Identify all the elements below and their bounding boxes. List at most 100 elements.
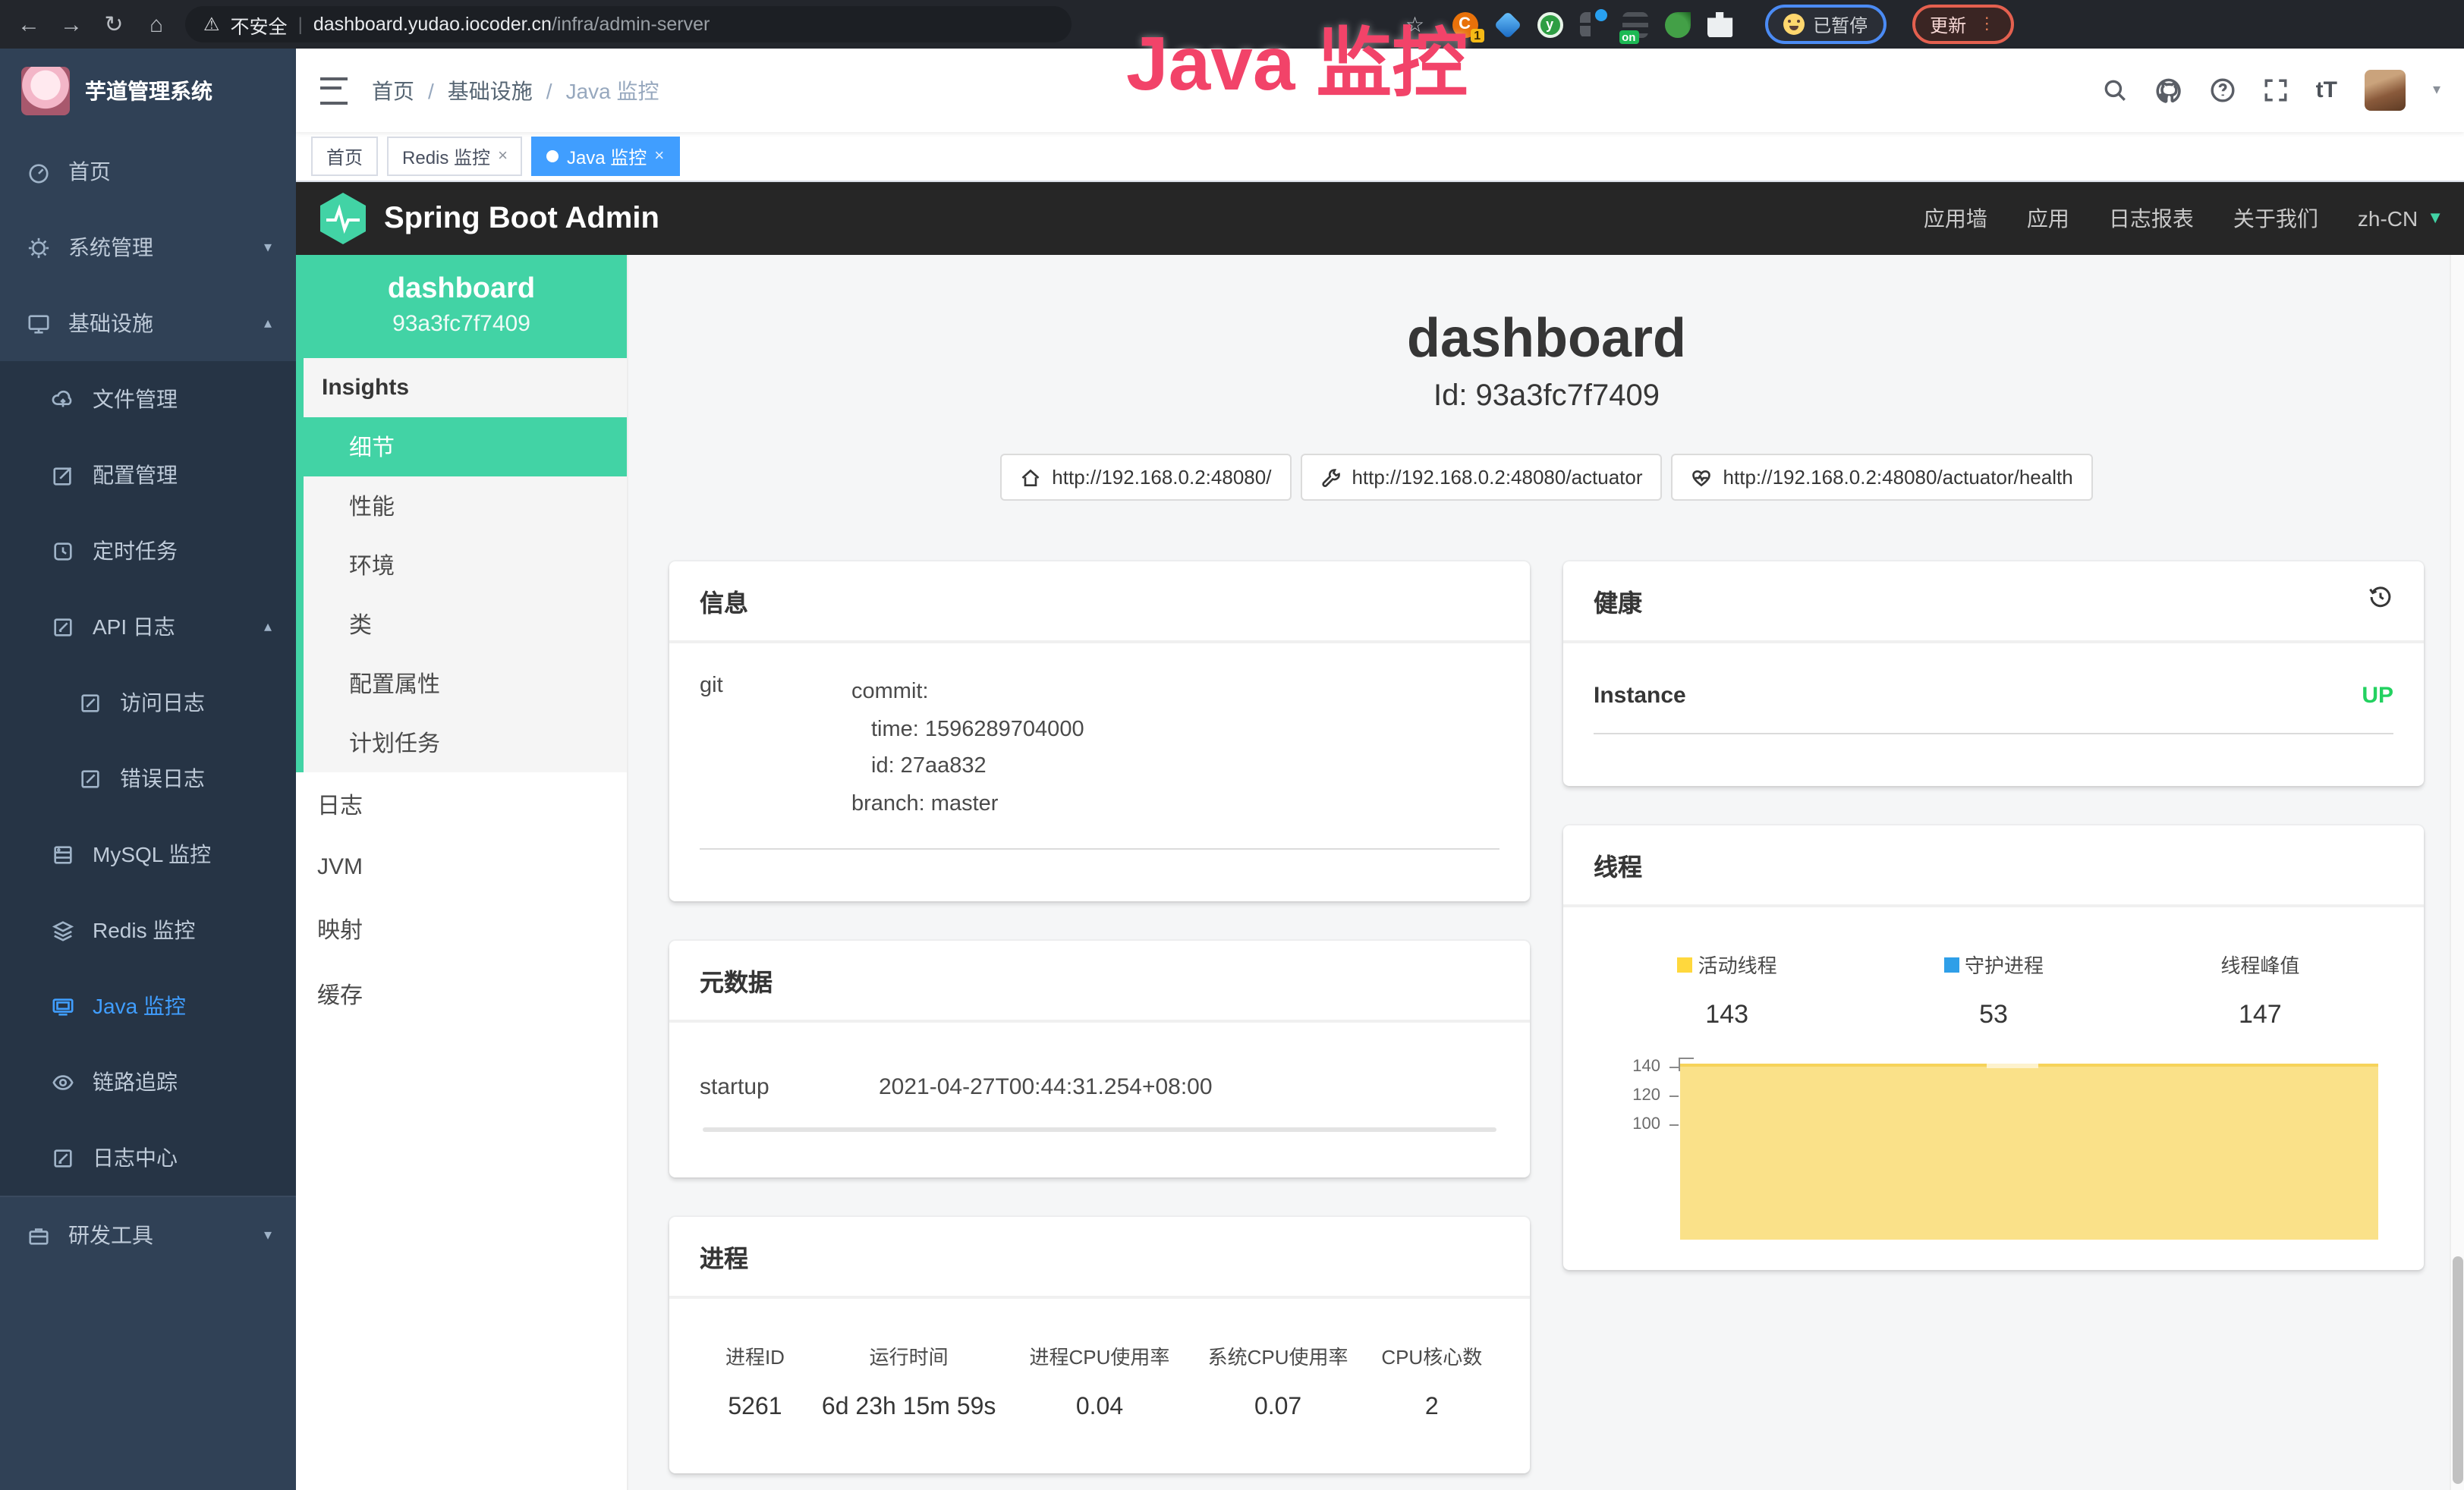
sba-logo-icon xyxy=(317,191,369,246)
help-icon[interactable] xyxy=(2210,77,2236,103)
log-icon xyxy=(52,615,74,638)
sba-nav-wall[interactable]: 应用墙 xyxy=(1924,203,1987,234)
tab-home[interactable]: 首页 xyxy=(311,137,378,176)
tab-java-monitor[interactable]: Java 监控× xyxy=(532,137,679,176)
nav-scheduled-tasks[interactable]: 计划任务 xyxy=(304,713,627,772)
col-uptime: 运行时间 xyxy=(810,1341,1007,1369)
sidebar-item-redis-monitor[interactable]: Redis 监控 xyxy=(0,892,296,968)
address-bar[interactable]: ⚠ 不安全 | dashboard.yudao.iocoder.cn/infra… xyxy=(185,6,1072,42)
sidebar-item-access-log[interactable]: 访问日志 xyxy=(0,665,296,740)
sidebar-item-scheduled-jobs[interactable]: 定时任务 xyxy=(0,513,296,589)
sidebar-item-devtools[interactable]: 研发工具 ▾ xyxy=(0,1196,296,1273)
github-icon[interactable] xyxy=(2155,77,2182,104)
insights-section: Insights 细节 性能 环境 类 配置属性 计划任务 xyxy=(296,358,627,772)
extension-v-icon[interactable]: y xyxy=(1537,11,1562,37)
daemon-threads-value: 53 xyxy=(1979,1000,2008,1030)
paused-badge[interactable]: 已暂停 xyxy=(1764,5,1886,44)
chart-plot-area xyxy=(1680,1058,2378,1240)
chevron-up-icon: ▴ xyxy=(264,618,272,635)
val-cpu-cores: 2 xyxy=(1364,1394,1499,1421)
sba-nav-about[interactable]: 关于我们 xyxy=(2233,203,2318,234)
sba-header: Spring Boot Admin 应用墙 应用 日志报表 关于我们 zh-CN… xyxy=(296,182,2464,255)
sidebar-item-api-log[interactable]: API 日志 ▴ xyxy=(0,589,296,665)
security-label: 不安全 xyxy=(231,10,288,39)
nav-logs[interactable]: 日志 xyxy=(296,772,627,838)
home-icon[interactable]: ⌂ xyxy=(143,13,170,36)
instance-id-line: Id: 93a3fc7f7409 xyxy=(628,379,2464,414)
git-key: git xyxy=(700,674,851,823)
hamburger-icon[interactable] xyxy=(320,77,348,104)
tab-redis-monitor[interactable]: Redis 监控× xyxy=(387,137,523,176)
startup-key: startup xyxy=(700,1073,879,1099)
extension-grid-icon[interactable] xyxy=(1579,11,1605,37)
url-text[interactable]: dashboard.yudao.iocoder.cn/infra/admin-s… xyxy=(313,14,710,35)
scrollbar-thumb[interactable] xyxy=(2453,1256,2463,1484)
fullscreen-icon[interactable] xyxy=(2263,77,2289,103)
nav-caches[interactable]: 缓存 xyxy=(296,962,627,1027)
sidebar-item-tracing[interactable]: 链路追踪 xyxy=(0,1044,296,1120)
back-icon[interactable]: ← xyxy=(15,13,42,36)
user-avatar[interactable] xyxy=(2365,70,2406,111)
val-pid: 5261 xyxy=(700,1394,810,1421)
sidebar-item-java-monitor[interactable]: Java 监控 xyxy=(0,968,296,1044)
font-size-icon[interactable]: tT xyxy=(2316,77,2337,103)
sidebar-item-error-log[interactable]: 错误日志 xyxy=(0,740,296,816)
instance-header[interactable]: dashboard 93a3fc7f7409 xyxy=(296,255,627,358)
sidebar-item-mysql-monitor[interactable]: MySQL 监控 xyxy=(0,816,296,892)
search-icon[interactable] xyxy=(2102,77,2128,103)
extensions-puzzle-icon[interactable] xyxy=(1707,11,1732,37)
content-scrollbar[interactable] xyxy=(2450,255,2464,1490)
threads-legend: 活动线程143 守护进程53 线程峰值147 xyxy=(1594,938,2393,1030)
chevron-up-icon: ▴ xyxy=(264,315,272,332)
infra-submenu: 文件管理 配置管理 定时任务 API 日志 ▴ xyxy=(0,361,296,1196)
nav-classes[interactable]: 类 xyxy=(304,595,627,654)
nav-details[interactable]: 细节 xyxy=(296,417,627,476)
sba-brand[interactable]: Spring Boot Admin xyxy=(317,191,659,246)
sidebar-item-system[interactable]: 系统管理 ▾ xyxy=(0,209,296,285)
nav-mappings[interactable]: 映射 xyxy=(296,897,627,962)
nav-metrics[interactable]: 性能 xyxy=(304,476,627,536)
log-icon xyxy=(52,1146,74,1169)
sidebar-item-home[interactable]: 首页 xyxy=(0,134,296,209)
active-dot xyxy=(547,150,559,162)
sidebar-item-log-center[interactable]: 日志中心 xyxy=(0,1120,296,1196)
sidebar-item-config-manage[interactable]: 配置管理 xyxy=(0,437,296,513)
app-logo-row[interactable]: 芋道管理系统 xyxy=(0,49,296,134)
extension-list-icon[interactable]: on xyxy=(1622,11,1647,37)
extension-gem-icon[interactable] xyxy=(1494,11,1520,37)
close-icon[interactable]: × xyxy=(654,147,664,165)
insights-title: Insights xyxy=(304,358,627,417)
cloud-upload-icon xyxy=(52,388,74,410)
service-url-link[interactable]: http://192.168.0.2:48080/ xyxy=(1000,454,1291,501)
app-title: 芋道管理系统 xyxy=(85,76,212,106)
breadcrumb-home[interactable]: 首页 xyxy=(372,75,414,105)
nav-jvm[interactable]: JVM xyxy=(296,838,627,897)
actuator-url-link[interactable]: http://192.168.0.2:48080/actuator xyxy=(1300,454,1662,501)
edit-icon xyxy=(52,464,74,486)
app-logo xyxy=(21,67,70,115)
sba-nav-applications[interactable]: 应用 xyxy=(2027,203,2069,234)
history-icon[interactable] xyxy=(2368,584,2393,610)
sba-nav-journal[interactable]: 日志报表 xyxy=(2109,203,2194,234)
instance-sidebar: dashboard 93a3fc7f7409 Insights 细节 性能 环境… xyxy=(296,255,628,1490)
nav-config-props[interactable]: 配置属性 xyxy=(304,654,627,713)
kebab-menu-icon[interactable]: ⋮ xyxy=(1978,20,1995,28)
ytick-100: 100 xyxy=(1594,1115,1660,1133)
reload-icon[interactable]: ↻ xyxy=(100,13,127,36)
avatar-caret-icon[interactable]: ▾ xyxy=(2433,82,2440,99)
health-url-link[interactable]: http://192.168.0.2:48080/actuator/health xyxy=(1672,454,2093,501)
breadcrumb-section[interactable]: 基础设施 xyxy=(448,75,533,105)
forward-icon[interactable]: → xyxy=(58,13,85,36)
close-icon[interactable]: × xyxy=(498,147,508,165)
nav-environment[interactable]: 环境 xyxy=(304,536,627,595)
col-cpu-cores: CPU核心数 xyxy=(1364,1341,1499,1369)
extension-leaf-icon[interactable] xyxy=(1664,11,1690,37)
sba-locale-select[interactable]: zh-CN▼ xyxy=(2358,206,2444,231)
process-table: 进程ID5261 运行时间6d 23h 15m 59s 进程CPU使用率0.04… xyxy=(700,1328,1499,1442)
insecure-warning-icon[interactable]: ⚠ xyxy=(203,14,220,35)
sidebar-item-infra[interactable]: 基础设施 ▴ xyxy=(0,285,296,361)
sidebar-item-file-manage[interactable]: 文件管理 xyxy=(0,361,296,437)
val-uptime: 6d 23h 15m 59s xyxy=(810,1394,1007,1421)
admin-sidebar: 芋道管理系统 首页 系统管理 ▾ 基础设施 ▴ xyxy=(0,49,296,1490)
update-button[interactable]: 更新⋮ xyxy=(1912,5,2013,44)
